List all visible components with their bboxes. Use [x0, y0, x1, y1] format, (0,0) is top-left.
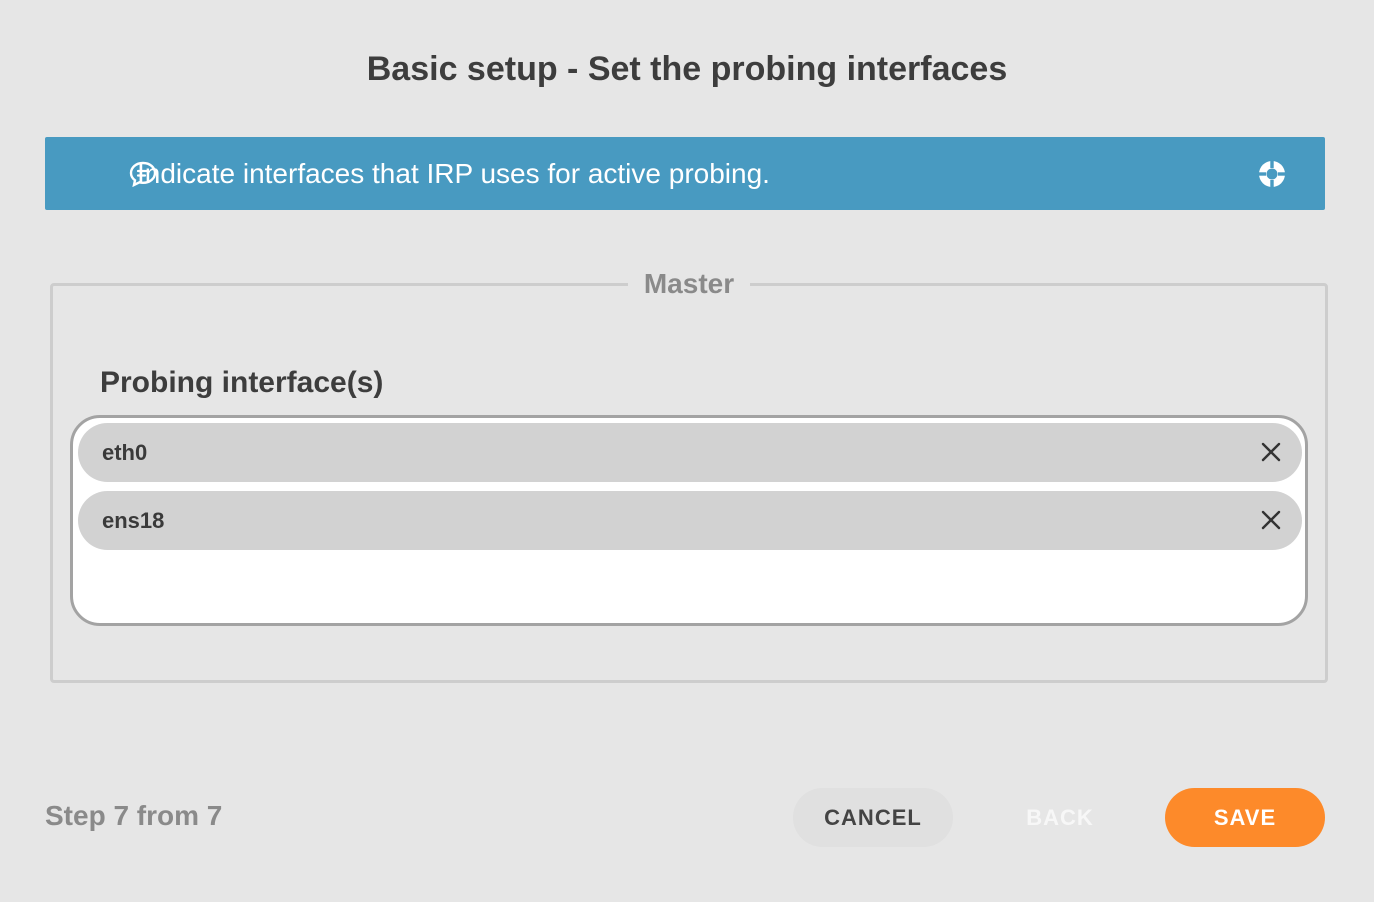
interface-chip: eth0 — [78, 423, 1302, 482]
probing-interfaces-multiselect[interactable]: eth0 ens18 — [70, 415, 1308, 626]
info-banner-message: Indicate interfaces that IRP uses for ac… — [137, 158, 770, 189]
lifebuoy-icon[interactable] — [1257, 159, 1287, 189]
info-banner: Indicate interfaces that IRP uses for ac… — [45, 137, 1325, 210]
probing-interfaces-label: Probing interface(s) — [100, 366, 384, 399]
setup-wizard-page: Basic setup - Set the probing interfaces… — [0, 0, 1374, 902]
interface-chip-label: ens18 — [102, 508, 165, 533]
save-button[interactable]: SAVE — [1165, 788, 1325, 847]
section-legend: Master — [643, 268, 735, 299]
interface-chip: ens18 — [78, 491, 1302, 550]
step-indicator: Step 7 from 7 — [45, 800, 223, 831]
back-button[interactable]: BACK — [990, 788, 1130, 847]
close-icon[interactable] — [1260, 441, 1282, 463]
interface-chip-label: eth0 — [102, 440, 148, 465]
page-title: Basic setup - Set the probing interfaces — [366, 50, 1008, 88]
close-icon[interactable] — [1260, 509, 1282, 531]
cancel-button[interactable]: CANCEL — [793, 788, 953, 847]
